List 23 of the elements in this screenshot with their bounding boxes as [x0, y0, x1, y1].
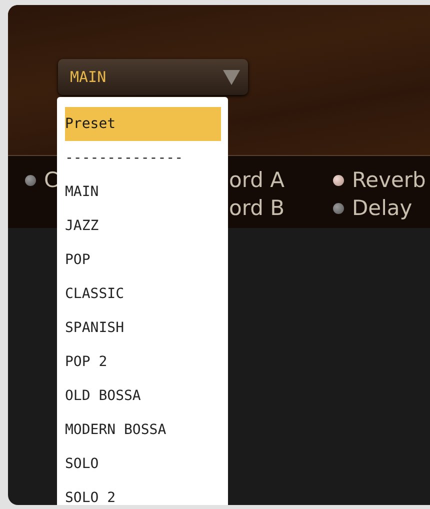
menu-item[interactable]: Preset [65, 107, 221, 141]
indicator-light[interactable] [333, 202, 344, 214]
indicator-light[interactable] [333, 174, 344, 186]
menu-item[interactable]: CLASSIC [65, 277, 221, 311]
menu-item[interactable]: OLD BOSSA [65, 379, 221, 413]
menu-item[interactable]: SOLO 2 [65, 481, 221, 505]
option-label: C [44, 168, 59, 192]
menu-item[interactable]: MAIN [65, 175, 221, 209]
indicator-light[interactable] [25, 174, 36, 186]
menu-item[interactable]: POP 2 [65, 345, 221, 379]
option-label: Reverb [352, 168, 426, 192]
menu-item[interactable]: MODERN BOSSA [65, 413, 221, 447]
menu-item[interactable]: SPANISH [65, 311, 221, 345]
preset-dropdown[interactable]: MAIN [58, 59, 248, 95]
menu-item[interactable]: JAZZ [65, 209, 221, 243]
option-label: ord A [229, 168, 284, 192]
option-label: ord B [229, 196, 285, 220]
menu-item[interactable]: -------------- [65, 141, 221, 175]
menu-item[interactable]: SOLO [65, 447, 221, 481]
option-label: Delay [352, 196, 412, 220]
menu-item[interactable]: POP [65, 243, 221, 277]
dropdown-arrow-icon [223, 70, 240, 84]
dropdown-value: MAIN [70, 68, 106, 86]
